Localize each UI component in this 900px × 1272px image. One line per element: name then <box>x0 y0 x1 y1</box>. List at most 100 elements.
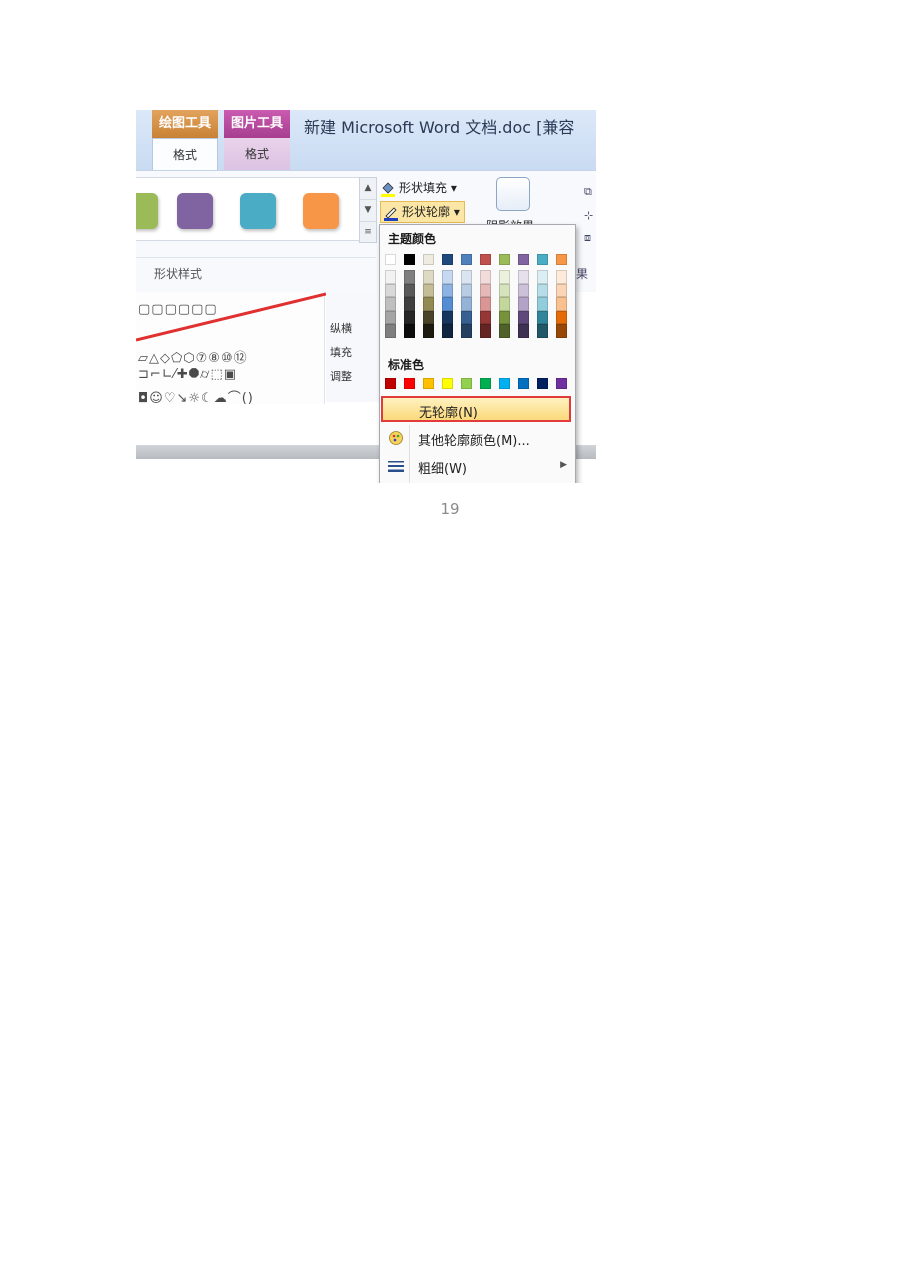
theme-color-chip[interactable] <box>537 270 548 284</box>
theme-color-chip[interactable] <box>461 297 472 311</box>
standard-color-chip[interactable] <box>423 378 434 389</box>
shape-gallery: ▢▢▢▢▢▢ ▱△◇⬠⬡⑦⑧⑩⑫ ⊐⌐∟⁄✚⯃⌭⬚▣ ◘☺♡↘☼☾☁⌒() <box>136 292 326 406</box>
theme-color-chip[interactable] <box>404 254 415 265</box>
shape-fill-button[interactable]: 形状填充 ▾ <box>380 179 457 197</box>
theme-color-chip[interactable] <box>442 283 453 297</box>
theme-color-chip[interactable] <box>556 310 567 324</box>
effects-group-label: 果 <box>576 267 589 281</box>
theme-color-chip[interactable] <box>499 297 510 311</box>
shape-outline-button[interactable]: 形状轮廓 ▾ <box>380 201 465 223</box>
theme-color-chip[interactable] <box>518 254 529 265</box>
theme-color-chip[interactable] <box>442 270 453 284</box>
theme-color-chip[interactable] <box>537 254 548 265</box>
align-icon[interactable]: ⧉ <box>584 185 592 199</box>
standard-color-chip[interactable] <box>499 378 510 389</box>
theme-color-chip[interactable] <box>423 310 434 324</box>
theme-color-chip[interactable] <box>556 254 567 265</box>
theme-color-chip[interactable] <box>518 324 529 338</box>
theme-color-chip[interactable] <box>518 283 529 297</box>
page-number: 19 <box>440 500 460 518</box>
theme-color-chip[interactable] <box>385 254 396 265</box>
group-icon[interactable]: ⊹ <box>584 209 593 222</box>
theme-color-chip[interactable] <box>537 283 548 297</box>
theme-color-chip[interactable] <box>404 270 415 284</box>
tab-drawing-format[interactable]: 格式 <box>152 138 218 170</box>
theme-color-chip[interactable] <box>423 254 434 265</box>
theme-color-chip[interactable] <box>404 283 415 297</box>
shape-row[interactable]: ◘☺♡↘☼☾☁⌒() <box>138 387 254 406</box>
style-swatch[interactable] <box>240 193 276 229</box>
theme-color-chip[interactable] <box>404 310 415 324</box>
rotate-icon[interactable]: ⧈ <box>584 231 591 245</box>
standard-color-chip[interactable] <box>537 378 548 389</box>
theme-color-chip[interactable] <box>499 283 510 297</box>
shape-outline-label: 形状轮廓 <box>402 205 451 219</box>
theme-color-chip[interactable] <box>423 324 434 338</box>
theme-color-chip[interactable] <box>556 270 567 284</box>
gallery-more-icon[interactable]: ≡ <box>360 222 376 243</box>
weight-item[interactable]: 粗细(W) ▶ <box>380 454 575 478</box>
theme-color-chip[interactable] <box>442 324 453 338</box>
screenshot: 绘图工具 图片工具 格式 格式 新建 Microsoft Word 文档.doc… <box>136 110 596 483</box>
theme-color-chip[interactable] <box>442 310 453 324</box>
theme-color-chip[interactable] <box>423 283 434 297</box>
standard-color-chip[interactable] <box>461 378 472 389</box>
theme-color-chip[interactable] <box>461 310 472 324</box>
shadow-effect-button[interactable] <box>496 177 530 211</box>
theme-color-chip[interactable] <box>442 254 453 265</box>
shape-row[interactable]: ⊐⌐∟⁄✚⯃⌭⬚▣ <box>138 367 237 382</box>
theme-color-chip[interactable] <box>518 270 529 284</box>
standard-color-chip[interactable] <box>556 378 567 389</box>
theme-color-chip[interactable] <box>518 310 529 324</box>
theme-color-chip[interactable] <box>385 310 396 324</box>
theme-color-chip[interactable] <box>442 297 453 311</box>
theme-color-chip[interactable] <box>499 310 510 324</box>
theme-color-chip[interactable] <box>537 310 548 324</box>
theme-color-chip[interactable] <box>556 297 567 311</box>
theme-color-chip[interactable] <box>499 254 510 265</box>
scroll-down-icon[interactable]: ▼ <box>360 200 376 222</box>
style-swatch[interactable] <box>177 193 213 229</box>
scroll-up-icon[interactable]: ▲ <box>360 178 376 200</box>
theme-color-chip[interactable] <box>404 324 415 338</box>
side-item[interactable]: 填充 <box>330 344 352 360</box>
theme-color-chip[interactable] <box>537 297 548 311</box>
theme-color-chip[interactable] <box>556 324 567 338</box>
theme-color-chip[interactable] <box>423 297 434 311</box>
theme-color-chip[interactable] <box>480 310 491 324</box>
theme-color-chip[interactable] <box>518 297 529 311</box>
style-swatch[interactable] <box>303 193 339 229</box>
side-item[interactable]: 调整 <box>330 368 352 384</box>
standard-color-chip[interactable] <box>518 378 529 389</box>
gallery-scroll[interactable]: ▲ ▼ ≡ <box>359 177 377 243</box>
theme-color-chip[interactable] <box>480 324 491 338</box>
tab-picture-format[interactable]: 格式 <box>224 138 290 170</box>
theme-color-chip[interactable] <box>537 324 548 338</box>
no-outline-item[interactable]: 无轮廓(N) <box>381 396 571 422</box>
theme-color-chip[interactable] <box>499 324 510 338</box>
style-swatch[interactable] <box>136 193 158 229</box>
theme-color-chip[interactable] <box>385 324 396 338</box>
theme-color-chip[interactable] <box>385 297 396 311</box>
theme-color-chip[interactable] <box>461 283 472 297</box>
theme-color-chip[interactable] <box>480 270 491 284</box>
standard-color-chip[interactable] <box>404 378 415 389</box>
theme-color-chip[interactable] <box>499 270 510 284</box>
theme-color-chip[interactable] <box>404 297 415 311</box>
theme-color-chip[interactable] <box>480 254 491 265</box>
theme-color-chip[interactable] <box>480 297 491 311</box>
side-item[interactable]: 纵横 <box>330 320 352 336</box>
more-outline-colors-item[interactable]: 其他轮廓颜色(M)... <box>380 426 575 450</box>
theme-color-chip[interactable] <box>461 270 472 284</box>
theme-color-chip[interactable] <box>423 270 434 284</box>
theme-color-chip[interactable] <box>385 283 396 297</box>
standard-color-chip[interactable] <box>480 378 491 389</box>
standard-color-chip[interactable] <box>385 378 396 389</box>
theme-color-chip[interactable] <box>385 270 396 284</box>
side-panel: 纵横 填充 调整 <box>326 292 381 402</box>
theme-color-chip[interactable] <box>480 283 491 297</box>
theme-color-chip[interactable] <box>461 254 472 265</box>
theme-color-chip[interactable] <box>461 324 472 338</box>
standard-color-chip[interactable] <box>442 378 453 389</box>
theme-color-chip[interactable] <box>556 283 567 297</box>
